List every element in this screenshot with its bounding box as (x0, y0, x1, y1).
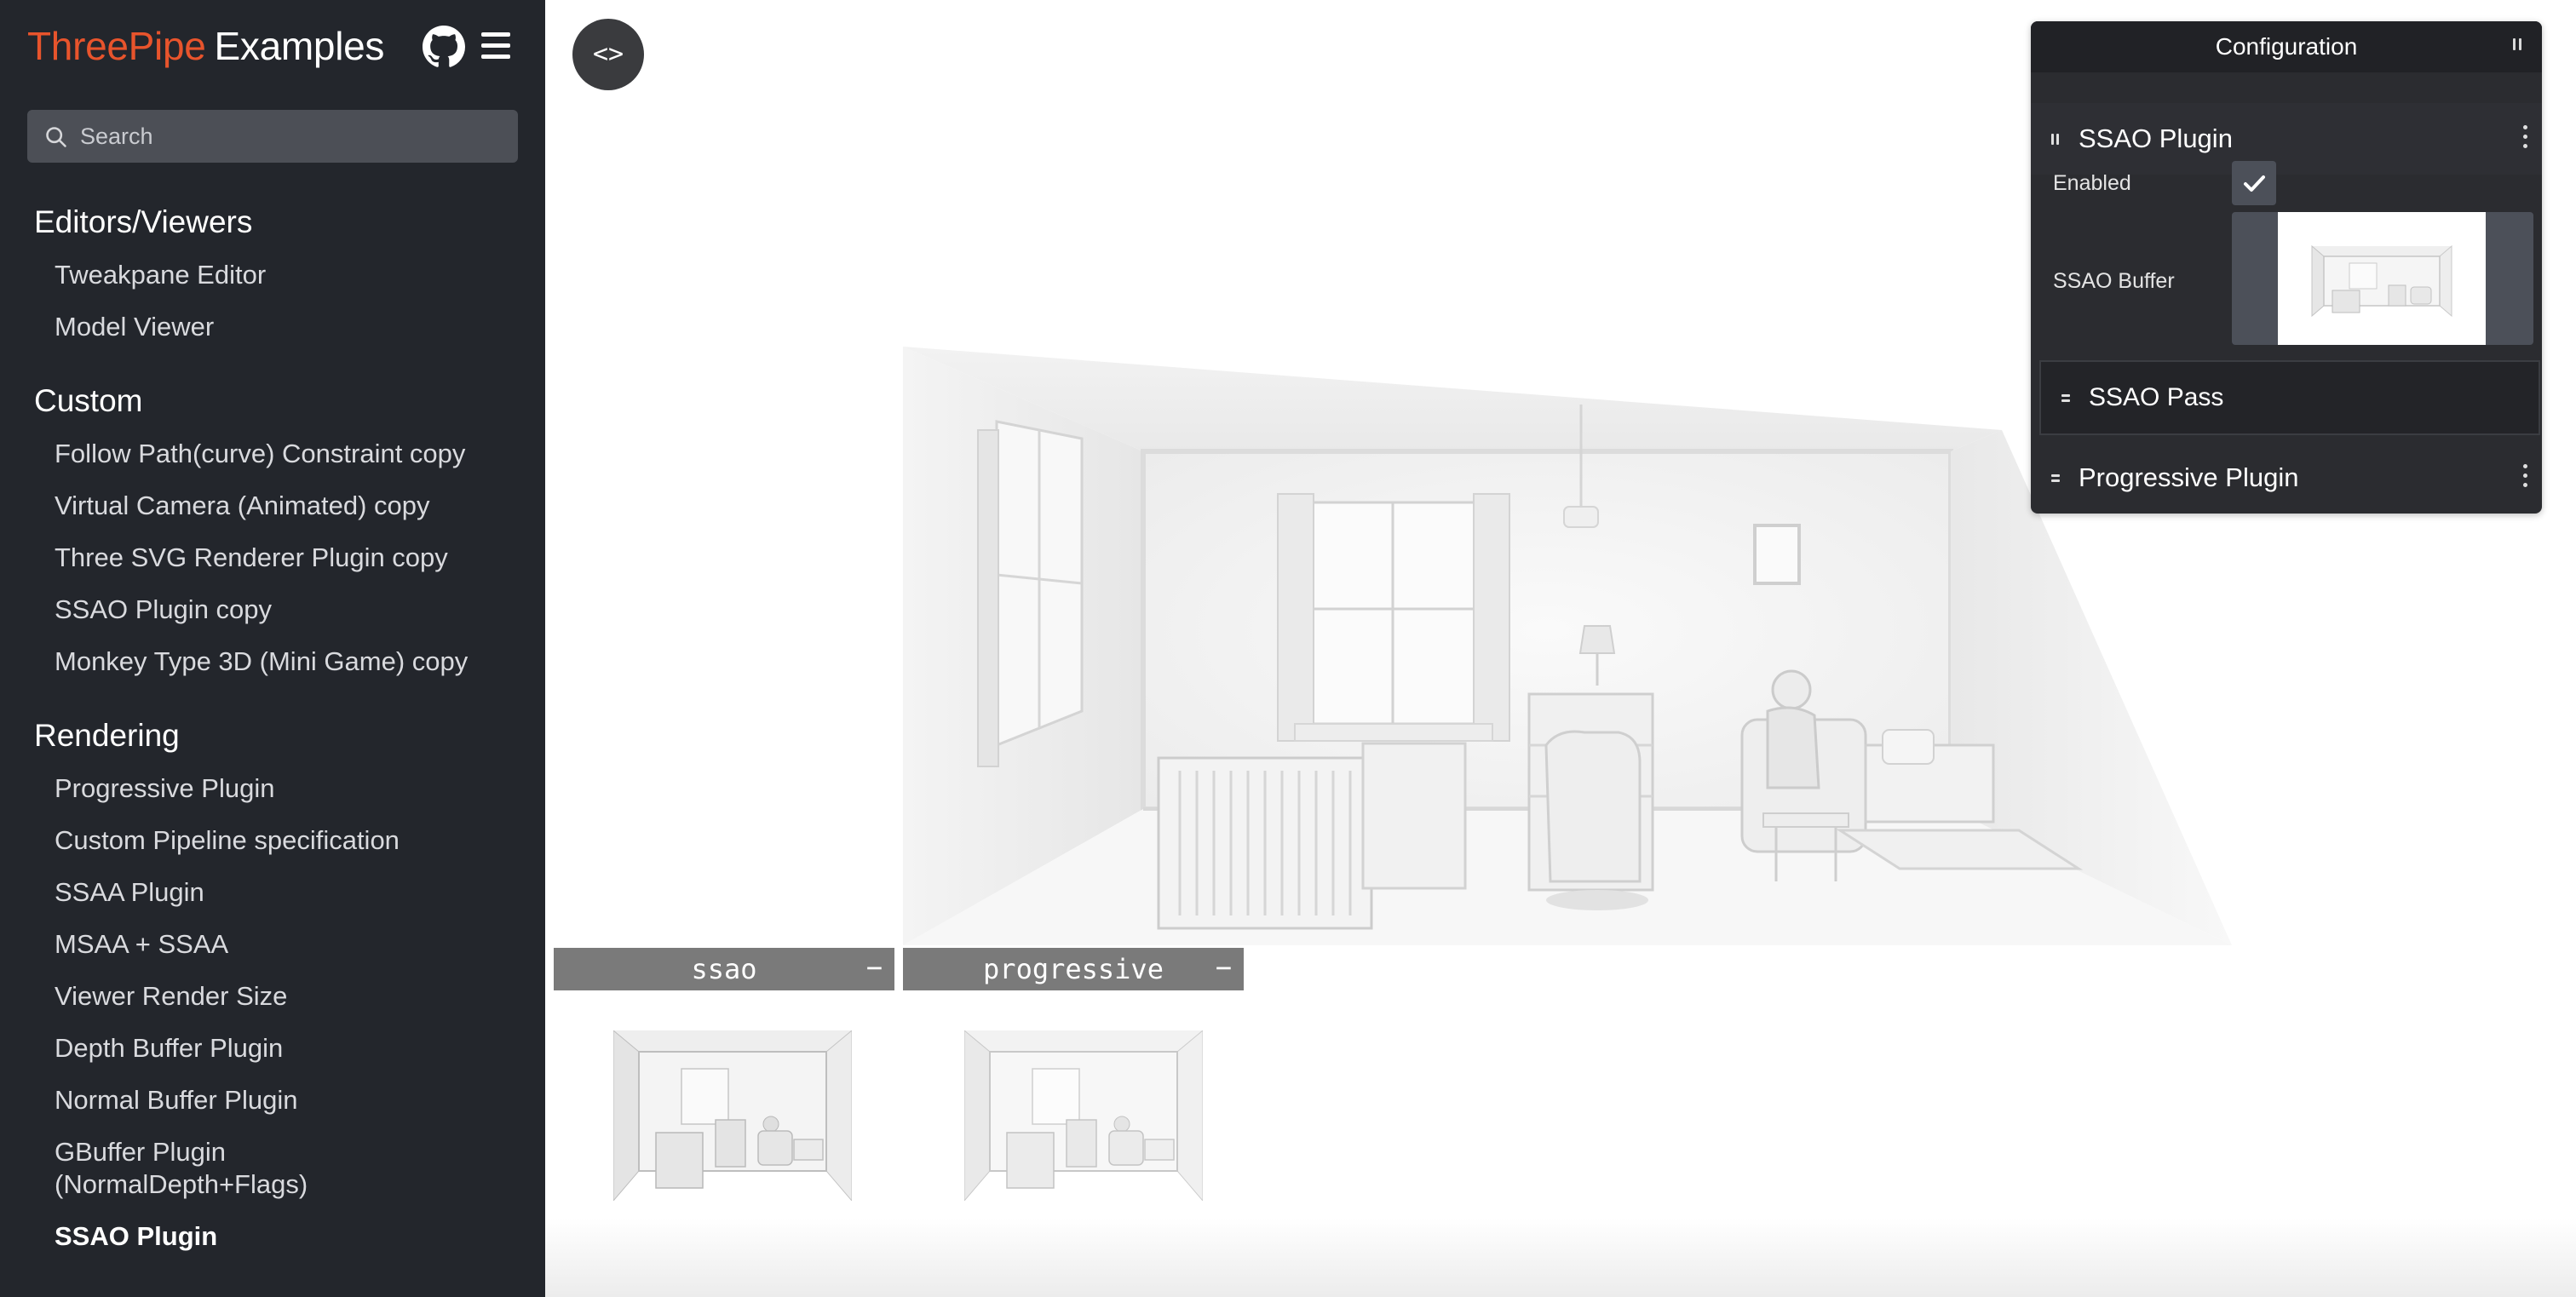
folder-ssao-pass[interactable]: SSAO Pass (2039, 360, 2540, 435)
brand-examples: Examples (214, 24, 385, 68)
folder-collapsed-icon (2061, 393, 2070, 405)
nav-item-ssao-plugin[interactable]: SSAO Plugin (0, 1210, 545, 1262)
nav-section-editors: Editors/Viewers Tweakpane Editor Model V… (0, 196, 545, 353)
folder-ssao-plugin-title: SSAO Plugin (2079, 123, 2233, 153)
more-options-icon[interactable] (2523, 125, 2528, 149)
examples-nav: Editors/Viewers Tweakpane Editor Model V… (0, 196, 545, 1284)
nav-item-ssaa-plugin[interactable]: SSAA Plugin (0, 866, 545, 918)
configuration-title: Configuration (2215, 33, 2358, 60)
bottom-shadow (545, 1218, 2576, 1297)
ssao-buffer-panel-header[interactable]: ssao − (554, 948, 894, 990)
nav-item-tweakpane-editor[interactable]: Tweakpane Editor (0, 249, 545, 301)
progressive-buffer-preview (964, 1030, 1203, 1201)
sidebar: ThreePipeExamples Editors/Viewers Tweakp… (0, 0, 545, 1297)
code-toggle-button[interactable]: <> (572, 19, 644, 90)
search-icon (46, 127, 66, 147)
nav-item-model-viewer[interactable]: Model Viewer (0, 301, 545, 353)
folder-progressive-plugin[interactable]: Progressive Plugin (2031, 442, 2542, 514)
nav-item-custom-pipeline[interactable]: Custom Pipeline specification (0, 814, 545, 866)
progressive-buffer-label: progressive (983, 953, 1164, 985)
nav-item-virtual-camera[interactable]: Virtual Camera (Animated) copy (0, 479, 545, 531)
nav-heading: Editors/Viewers (34, 204, 253, 239)
site-title[interactable]: ThreePipe Examples (27, 20, 384, 72)
ssao-buffer-label: SSAO Buffer (2053, 269, 2175, 293)
nav-item-follow-path[interactable]: Follow Path(curve) Constraint copy (0, 428, 545, 479)
nav-item-viewer-render-size[interactable]: Viewer Render Size (0, 970, 545, 1022)
search-input[interactable] (80, 110, 506, 163)
folder-expanded-icon (2051, 134, 2060, 146)
nav-heading: Custom (34, 383, 143, 418)
folder-ssao-pass-title: SSAO Pass (2089, 383, 2224, 411)
folder-collapsed-icon (2051, 473, 2060, 485)
nav-item-progressive-plugin[interactable]: Progressive Plugin (0, 762, 545, 814)
progressive-buffer-panel-header[interactable]: progressive − (903, 948, 1244, 990)
configuration-panel: Configuration SSAO Plugin Enabled SSAO B… (2031, 21, 2542, 514)
ssao-buffer-label: ssao (691, 953, 757, 985)
github-icon[interactable] (423, 26, 465, 68)
collapse-progressive-panel-button[interactable]: − (1216, 948, 1232, 987)
enabled-label: Enabled (2053, 171, 2131, 195)
folder-progressive-plugin-title: Progressive Plugin (2079, 462, 2299, 492)
nav-item-normal-buffer[interactable]: Normal Buffer Plugin (0, 1074, 545, 1126)
collapse-ssao-panel-button[interactable]: − (866, 948, 883, 987)
checkmark-icon (2244, 175, 2265, 192)
nav-section-rendering: Rendering Progressive Plugin Custom Pipe… (0, 709, 545, 1262)
search-box (27, 110, 518, 163)
nav-item-msaa-ssaa[interactable]: MSAA + SSAA (0, 918, 545, 970)
brand-threepipe: ThreePipe (27, 24, 206, 68)
ssao-buffer-well (2232, 212, 2533, 345)
nav-item-depth-buffer[interactable]: Depth Buffer Plugin (0, 1022, 545, 1074)
configuration-header[interactable]: Configuration (2031, 21, 2542, 72)
hamburger-menu-icon[interactable] (479, 29, 513, 63)
nav-item-gbuffer-plugin[interactable]: GBuffer Plugin (NormalDepth+Flags) (0, 1126, 358, 1210)
enabled-checkbox[interactable] (2232, 161, 2276, 205)
folder-ssao-plugin[interactable]: SSAO Plugin (2031, 103, 2542, 175)
nav-item-monkey-type[interactable]: Monkey Type 3D (Mini Game) copy (0, 635, 545, 687)
nav-heading: Rendering (34, 718, 180, 753)
nav-item-three-svg-renderer[interactable]: Three SVG Renderer Plugin copy (0, 531, 545, 583)
nav-section-custom: Custom Follow Path(curve) Constraint cop… (0, 375, 545, 687)
nav-item-ssao-plugin-copy[interactable]: SSAO Plugin copy (0, 583, 545, 635)
ssao-buffer-preview (613, 1030, 852, 1201)
collapse-panel-icon[interactable] (2513, 38, 2523, 52)
ssao-buffer-thumbnail[interactable] (2278, 212, 2486, 345)
more-options-icon[interactable] (2523, 464, 2528, 488)
